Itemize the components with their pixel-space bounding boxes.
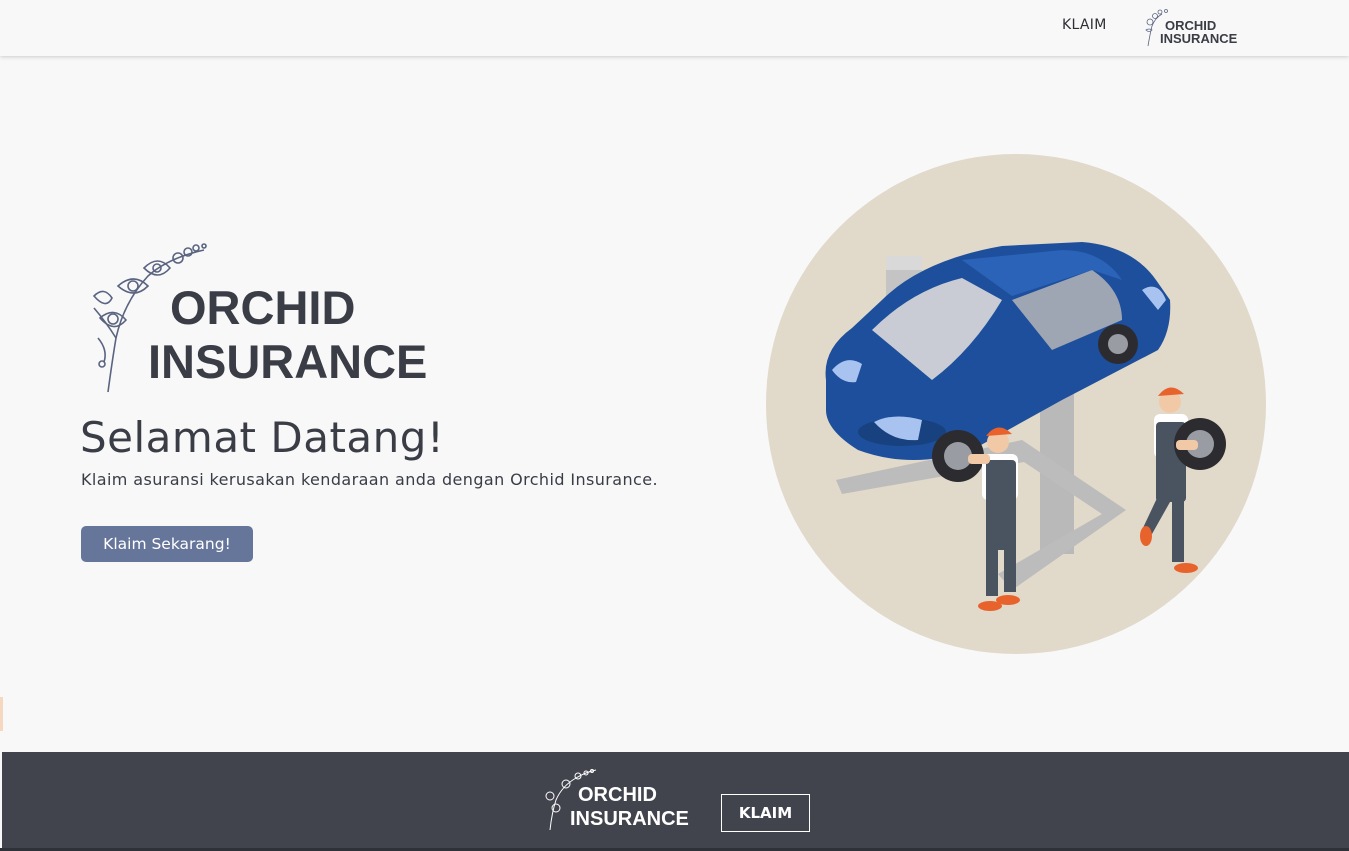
page-title: Selamat Datang! — [80, 413, 445, 462]
car-repair-illustration — [766, 154, 1266, 654]
hero-orchid-logo: ORCHID INSURANCE — [92, 243, 427, 393]
top-navbar: KLAIM ORCHID INSURANCE — [0, 0, 1349, 56]
claim-now-button[interactable]: Klaim Sekarang! — [81, 526, 253, 562]
side-edge-marker — [0, 697, 3, 731]
hero-subtitle: Klaim asuransi kerusakan kendaraan anda … — [81, 470, 658, 489]
orchid-logo[interactable]: ORCHID INSURANCE — [1140, 6, 1240, 50]
logo-line2: INSURANCE — [1160, 31, 1238, 46]
hero-logo-line1: ORCHID — [170, 281, 355, 334]
footer-orchid-logo[interactable]: ORCHID INSURANCE — [536, 768, 696, 832]
hero-logo-line2: INSURANCE — [148, 335, 427, 388]
footer-claim-button[interactable]: KLAIM — [721, 794, 810, 832]
footer-logo-line1: ORCHID — [578, 784, 657, 806]
footer-logo-line2: INSURANCE — [570, 808, 689, 830]
nav-link-klaim[interactable]: KLAIM — [1062, 17, 1107, 33]
footer: ORCHID INSURANCE KLAIM — [2, 752, 1349, 848]
